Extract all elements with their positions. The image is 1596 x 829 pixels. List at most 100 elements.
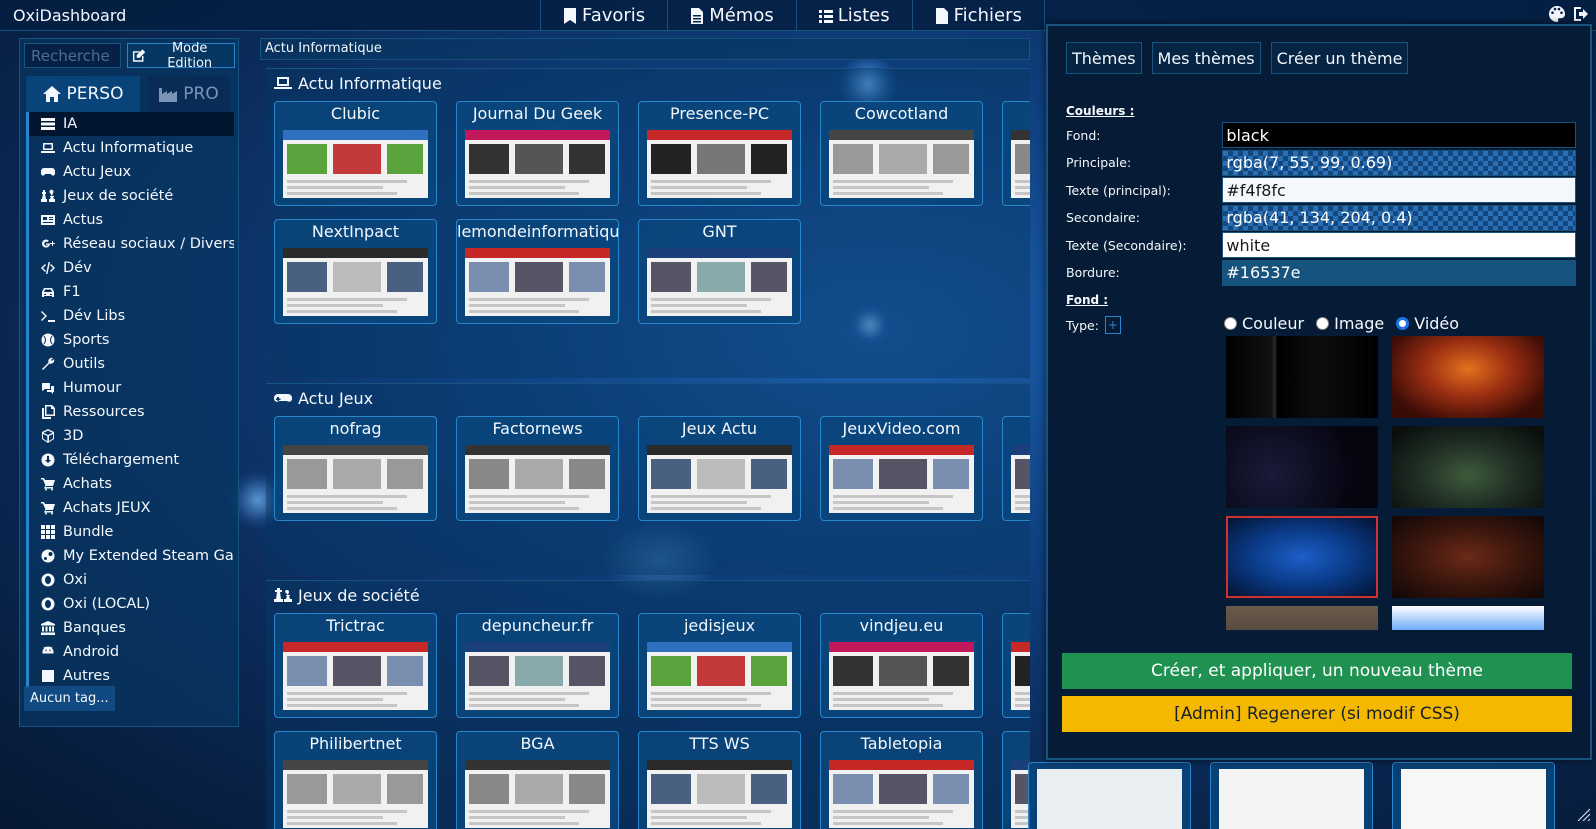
video-thumb[interactable] xyxy=(1226,426,1378,508)
bookmark-tile[interactable]: Tabletopia xyxy=(820,731,983,829)
sidebar-item[interactable]: Bundle xyxy=(26,520,234,544)
bookmark-tile[interactable]: Jeux Actu xyxy=(638,416,801,521)
color-field-row: Secondaire: xyxy=(1066,204,1576,231)
mode-edition-button[interactable]: Mode Edition xyxy=(127,41,235,71)
sidebar-item[interactable]: Humour xyxy=(26,376,234,400)
sidebar-item[interactable]: Ressources xyxy=(26,400,234,424)
sidebar-item[interactable]: F1 xyxy=(26,280,234,304)
sidebar-item-label: Bundle xyxy=(63,524,114,540)
regenerate-css-button[interactable]: [Admin] Regenerer (si modif CSS) xyxy=(1062,696,1572,732)
category-list: IA Actu Informatique Actu Jeux Jeux de soci… xyxy=(26,112,234,688)
sidebar-item[interactable]: Dév Libs xyxy=(26,304,234,328)
tab-pro[interactable]: PRO xyxy=(148,76,230,112)
add-type-button[interactable]: + xyxy=(1104,316,1121,334)
radio-button[interactable] xyxy=(1224,317,1237,330)
color-field-input[interactable] xyxy=(1222,259,1576,286)
palette-icon[interactable] xyxy=(1548,5,1566,23)
sidebar-item[interactable]: Achats JEUX xyxy=(26,496,234,520)
tab-creer-theme[interactable]: Créer un thème xyxy=(1270,42,1409,74)
sidebar-item[interactable]: 3D xyxy=(26,424,234,448)
video-thumb[interactable] xyxy=(1392,336,1544,418)
video-thumb[interactable] xyxy=(1392,606,1544,630)
tab-perso[interactable]: PERSO xyxy=(26,76,140,112)
sidebar-item[interactable]: Réseau sociaux / Divers xyxy=(26,232,234,256)
color-field-input[interactable] xyxy=(1222,149,1576,176)
color-field-input[interactable] xyxy=(1222,177,1576,203)
chess-icon xyxy=(41,189,55,203)
sidebar-item[interactable]: My Extended Steam Games xyxy=(26,544,234,568)
bookmark-tile[interactable]: Presence-PC xyxy=(638,101,801,206)
resize-grip-icon[interactable] xyxy=(1576,807,1590,821)
sidebar-item[interactable]: Achats xyxy=(26,472,234,496)
sidebar-item[interactable]: Autres xyxy=(26,664,234,688)
bookmark-tile[interactable]: Co xyxy=(1002,101,1030,206)
sidebar-item[interactable]: Outils xyxy=(26,352,234,376)
bookmark-tile[interactable]: jedisjeux xyxy=(638,613,801,718)
search-input[interactable] xyxy=(24,43,121,68)
bookmark-tile[interactable]: Factornews xyxy=(456,416,619,521)
bookmark-tile[interactable]: NextInpact xyxy=(274,219,437,324)
sidebar-item[interactable]: Actus xyxy=(26,208,234,232)
nav-listes[interactable]: Listes xyxy=(795,0,912,31)
sidebar-item[interactable]: Actu Informatique xyxy=(26,136,234,160)
tile-title: depuncheur.fr xyxy=(481,616,594,635)
sidebar-item[interactable]: Banques xyxy=(26,616,234,640)
bookmark-tile[interactable]: L xyxy=(1002,613,1030,718)
bookmark-tile[interactable]: vindjeu.eu xyxy=(820,613,983,718)
bookmark-tile[interactable]: Trictrac xyxy=(274,613,437,718)
site-thumbnail xyxy=(647,445,792,513)
video-thumb[interactable] xyxy=(1392,516,1544,598)
bookmark-tile[interactable]: GNT xyxy=(638,219,801,324)
radio-button[interactable] xyxy=(1316,317,1330,330)
sidebar-item[interactable]: IA xyxy=(26,112,234,136)
color-field-input[interactable] xyxy=(1222,204,1576,231)
color-field-input[interactable] xyxy=(1222,122,1576,148)
tile-title: L xyxy=(1003,614,1030,638)
sidebar-item[interactable]: Actu Jeux xyxy=(26,160,234,184)
bookmark-tile[interactable]: BGA xyxy=(456,731,619,829)
bookmark-tile[interactable] xyxy=(1002,731,1030,829)
bookmark-tile[interactable] xyxy=(1002,416,1030,521)
sidebar-item-label: Jeux de société xyxy=(63,188,174,204)
video-thumb[interactable] xyxy=(1226,606,1378,630)
site-thumbnail xyxy=(465,642,610,710)
bookmark-tile[interactable]: Journal Du Geek xyxy=(456,101,619,206)
sign-out-icon[interactable] xyxy=(1572,5,1590,23)
sidebar-item[interactable]: Jeux de société xyxy=(26,184,234,208)
tab-themes[interactable]: Thèmes xyxy=(1066,42,1142,74)
video-thumb[interactable] xyxy=(1392,426,1544,508)
bookmark-tile[interactable]: JeuxVideo.com xyxy=(820,416,983,521)
video-thumb-selected[interactable] xyxy=(1226,516,1378,598)
radio-button[interactable] xyxy=(1396,317,1410,330)
tab-mes-themes[interactable]: Mes thèmes xyxy=(1151,42,1261,74)
bookmark-tile[interactable]: lemondeinformatique xyxy=(456,219,619,324)
nav-favoris[interactable]: Favoris xyxy=(540,0,667,31)
sidebar-item[interactable]: Téléchargement xyxy=(26,448,234,472)
sidebar-item[interactable]: Oxi (LOCAL) xyxy=(26,592,234,616)
tag-filter-button[interactable]: Aucun tag... xyxy=(24,686,115,711)
radio-option[interactable]: Vidéo xyxy=(1396,314,1459,333)
bookmark-tile[interactable]: depuncheur.fr xyxy=(456,613,619,718)
nav-fichiers[interactable]: Fichiers xyxy=(911,0,1045,31)
video-gallery xyxy=(1226,336,1556,630)
create-theme-button[interactable]: Créer, et appliquer, un nouveau thème xyxy=(1062,653,1572,689)
sidebar-item-label: Actu Jeux xyxy=(63,164,132,180)
bookmark-tile[interactable]: TTS WS xyxy=(638,731,801,829)
sidebar-item-label: Dév Libs xyxy=(63,308,126,324)
bookmark-tile[interactable]: Clubic xyxy=(274,101,437,206)
sidebar-item-label: Autres xyxy=(63,668,110,684)
sidebar-item[interactable]: Dév xyxy=(26,256,234,280)
video-thumb[interactable] xyxy=(1226,336,1378,418)
bookmark-tile[interactable]: Philibertnet xyxy=(274,731,437,829)
radio-option[interactable]: Couleur xyxy=(1224,314,1304,333)
bookmark-tile[interactable]: nofrag xyxy=(274,416,437,521)
bookmark-icon xyxy=(564,7,576,24)
radio-option[interactable]: Image xyxy=(1316,314,1384,333)
bookmark-tile[interactable]: Cowcotland xyxy=(820,101,983,206)
sidebar-item[interactable]: Oxi xyxy=(26,568,234,592)
sidebar-item[interactable]: Sports xyxy=(26,328,234,352)
sidebar-item[interactable]: Android xyxy=(26,640,234,664)
color-field-input[interactable] xyxy=(1222,232,1576,258)
sidebar-item-label: Actu Informatique xyxy=(63,140,194,156)
nav-memos[interactable]: Mémos xyxy=(667,0,796,31)
